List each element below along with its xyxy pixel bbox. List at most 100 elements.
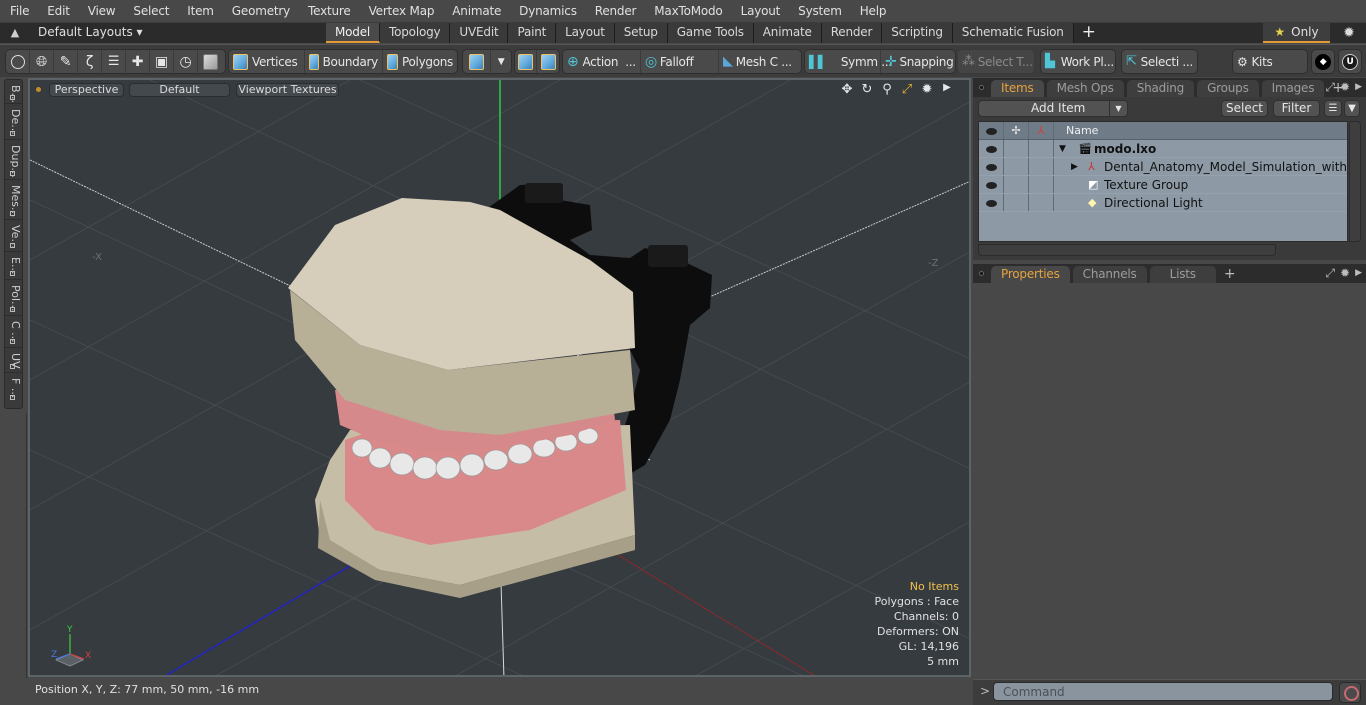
menu-item[interactable]: Item — [177, 0, 222, 22]
visibility-toggle[interactable] — [979, 140, 1004, 157]
select-button[interactable]: Select — [1221, 100, 1268, 117]
tab-shading[interactable]: Shading — [1126, 80, 1195, 97]
strip-tab-uv[interactable]: UV — [5, 348, 22, 373]
action-center-button[interactable]: ⊕ Action ... — [563, 50, 641, 73]
panel-dot-icon[interactable] — [979, 271, 984, 276]
cross-button[interactable]: ✚ — [126, 50, 150, 73]
only-favorites-toggle[interactable]: ★ Only — [1263, 23, 1330, 43]
menu-geometry[interactable]: Geometry — [222, 0, 298, 22]
inset-button[interactable]: ▣ — [150, 50, 174, 73]
menu-animate[interactable]: Animate — [442, 0, 509, 22]
snapping-button[interactable]: ✛ Snapping — [881, 50, 955, 73]
viewport-expand-arrow-icon[interactable]: ▶ — [939, 82, 955, 97]
bevel-button[interactable]: ☰ — [102, 50, 126, 73]
symmetry-button[interactable]: ▌▌ Symm ... — [805, 50, 892, 73]
kits-button[interactable]: ⚙ Kits — [1233, 50, 1307, 73]
collapse-arrow-icon[interactable]: ▼ — [1059, 140, 1066, 157]
list-options-button[interactable]: ☰ — [1324, 100, 1342, 117]
pan-icon[interactable]: ✥ — [839, 82, 855, 97]
panel-gear-icon[interactable]: ✹ — [1340, 266, 1350, 281]
falloff-button[interactable]: ◎ Falloff — [641, 50, 719, 73]
visibility-toggle[interactable] — [979, 176, 1004, 193]
tree-row[interactable]: ◆ Directional Light — [979, 194, 1347, 212]
strip-tab-edge[interactable]: E... — [5, 252, 22, 280]
menu-render[interactable]: Render — [585, 0, 645, 22]
kit-cube-button[interactable]: ◆ — [1312, 50, 1334, 73]
tab-layout[interactable]: Layout — [556, 23, 615, 43]
strip-tab-basic[interactable]: B... — [5, 80, 22, 104]
record-macro-button[interactable] — [1339, 682, 1361, 703]
menu-help[interactable]: Help — [850, 0, 895, 22]
visibility-toggle[interactable] — [979, 158, 1004, 175]
filter-button[interactable]: Filter — [1273, 100, 1320, 117]
3d-viewport[interactable]: Perspective Default Viewport Textures ✥ … — [28, 78, 971, 677]
strip-tab-curve[interactable]: C ... — [5, 316, 22, 348]
menu-vertex-map[interactable]: Vertex Map — [359, 0, 443, 22]
strip-tab-polygon[interactable]: Pol... — [5, 280, 22, 316]
lock-cell[interactable] — [1004, 140, 1029, 157]
funnel-button[interactable]: ▼ — [1344, 100, 1360, 117]
tab-scripting[interactable]: Scripting — [882, 23, 953, 43]
tab-properties[interactable]: Properties — [991, 266, 1070, 283]
tab-images[interactable]: Images — [1261, 80, 1325, 97]
rotate-icon[interactable]: ↻ — [859, 82, 875, 97]
tab-model[interactable]: Model — [326, 23, 381, 43]
clock-button[interactable]: ◷ — [174, 50, 198, 73]
strip-tab-deform[interactable]: De... — [5, 104, 22, 140]
item-tree-vertical-scrollbar[interactable] — [1349, 121, 1361, 242]
item-tree-horizontal-scrollbar[interactable] — [978, 244, 1276, 256]
tab-render[interactable]: Render — [821, 23, 883, 43]
collapse-up-icon[interactable]: ▲ — [8, 26, 22, 40]
lock-column-header[interactable]: ✢ — [1004, 122, 1029, 139]
panel-arrow-icon[interactable]: ▶ — [1355, 266, 1362, 281]
selection-sets-button[interactable]: ⇱ Selecti ... — [1122, 50, 1197, 73]
name-column-header[interactable]: Name — [1054, 122, 1347, 139]
menu-file[interactable]: File — [0, 0, 37, 22]
expand-arrow-icon[interactable]: ▶ — [1071, 158, 1078, 175]
item-mode-button[interactable] — [198, 50, 222, 73]
visibility-column-header[interactable] — [979, 122, 1004, 139]
boundary-button[interactable]: Boundary — [305, 50, 383, 73]
pivot-button[interactable] — [515, 50, 538, 73]
tab-lists[interactable]: Lists — [1149, 266, 1216, 283]
add-properties-tab-button[interactable]: + — [1219, 266, 1241, 283]
center-button[interactable] — [537, 50, 559, 73]
lock-cell[interactable] — [1004, 158, 1029, 175]
tree-row[interactable]: ▼ 🎬︎ modo.lxo — [979, 140, 1347, 158]
vertices-button[interactable]: Vertices — [229, 50, 305, 73]
menu-system[interactable]: System — [788, 0, 850, 22]
dental-model[interactable] — [288, 183, 712, 598]
viewport-textures-button[interactable]: Viewport Textures — [236, 83, 339, 97]
panel-dot-icon[interactable] — [979, 85, 984, 90]
tab-animate[interactable]: Animate — [753, 23, 822, 43]
menu-layout[interactable]: Layout — [731, 0, 789, 22]
material-mode-dropdown[interactable]: ▼ — [491, 50, 511, 73]
expand-panel-icon[interactable]: ⤢ — [1325, 80, 1335, 95]
globe-button[interactable]: 🌐︎ — [30, 50, 54, 73]
visibility-toggle[interactable] — [979, 194, 1004, 211]
tab-setup[interactable]: Setup — [614, 23, 668, 43]
type-column-header[interactable]: ⅄ — [1029, 122, 1054, 139]
strip-tab-mesh-edit[interactable]: Mes... — [5, 180, 22, 220]
tab-items[interactable]: Items — [991, 80, 1044, 97]
tab-channels[interactable]: Channels — [1072, 266, 1147, 283]
tab-topology[interactable]: Topology — [380, 23, 451, 43]
gear-icon[interactable]: ✹ — [1340, 23, 1358, 43]
tab-paint[interactable]: Paint — [508, 23, 557, 43]
material-mode-button[interactable] — [463, 50, 491, 73]
view-mode-button[interactable]: Perspective — [49, 83, 124, 97]
menu-maxtomodo[interactable]: MaxToModo — [644, 0, 730, 22]
strip-tab-vertex[interactable]: Ve... — [5, 220, 22, 252]
add-item-dropdown-icon[interactable]: ▼ — [1109, 101, 1127, 116]
add-tab-button[interactable]: + — [1074, 23, 1104, 43]
tree-row[interactable]: ▶ ⅄ Dental_Anatomy_Model_Simulation_with_R… — [979, 158, 1347, 176]
strip-tab-duplicate[interactable]: Dup... — [5, 140, 22, 180]
unreal-button[interactable]: U — [1339, 50, 1361, 73]
layouts-dropdown[interactable]: Default Layouts ▾ — [38, 25, 143, 39]
select-through-button[interactable]: ⁂ Select T... — [958, 50, 1034, 73]
viewport-gear-icon[interactable]: ✹ — [919, 82, 935, 97]
tab-uvedit[interactable]: UVEdit — [450, 23, 509, 43]
tree-row[interactable]: ◩ Texture Group — [979, 176, 1347, 194]
curve-tool-button[interactable]: ζ — [78, 50, 102, 73]
menu-dynamics[interactable]: Dynamics — [509, 0, 585, 22]
